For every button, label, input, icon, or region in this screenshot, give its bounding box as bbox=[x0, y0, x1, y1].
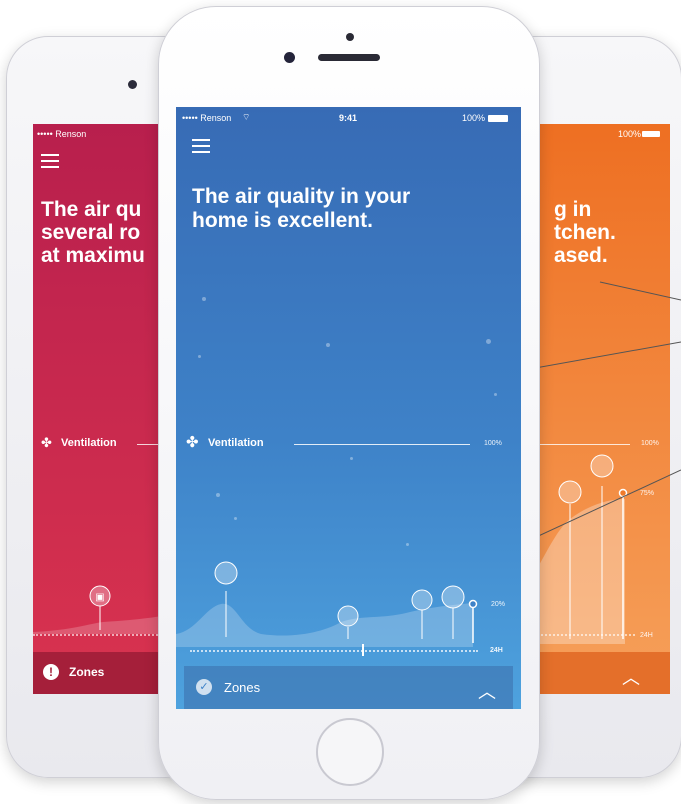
particle bbox=[350, 457, 353, 460]
center-headline-2: home is excellent. bbox=[192, 209, 373, 232]
particle bbox=[486, 339, 491, 344]
particle bbox=[406, 543, 409, 546]
bed-icon bbox=[337, 605, 359, 627]
center-pct-bottom: 20% bbox=[491, 601, 506, 608]
current-value-marker bbox=[468, 599, 478, 609]
hamburger-icon[interactable] bbox=[192, 139, 210, 157]
wifi-icon: ⌔ bbox=[242, 112, 251, 122]
particle bbox=[234, 517, 237, 520]
home-button[interactable] bbox=[316, 718, 384, 786]
center-phone-sensor bbox=[346, 33, 354, 41]
check-circle-icon: ✓ bbox=[196, 679, 212, 695]
ventilation-chart bbox=[176, 561, 478, 647]
particle bbox=[198, 355, 201, 358]
particle bbox=[326, 343, 330, 347]
center-phone-speaker bbox=[318, 54, 380, 61]
timeline-handle[interactable] bbox=[362, 644, 364, 656]
ventilation-line bbox=[294, 444, 470, 445]
particle bbox=[202, 297, 206, 301]
chevron-up-icon[interactable]: ︿ bbox=[478, 678, 496, 704]
bath-icon bbox=[214, 561, 238, 585]
zones-label: Zones bbox=[224, 680, 261, 695]
center-time-range: 24H bbox=[490, 647, 503, 654]
center-phone-camera bbox=[284, 52, 295, 63]
center-status-carrier: ••••• Renson bbox=[182, 113, 232, 123]
center-phone-screen: ••••• Renson ⌔ 9:41 100% The air quality… bbox=[176, 107, 521, 709]
center-pct-top: 100% bbox=[484, 440, 502, 447]
timeline-track[interactable] bbox=[190, 650, 478, 652]
battery-icon bbox=[488, 115, 508, 122]
center-headline-1: The air quality in your bbox=[192, 185, 411, 208]
kitchen-icon bbox=[441, 585, 465, 609]
center-ventilation-label: Ventilation bbox=[208, 437, 264, 449]
zones-bar[interactable]: ✓ Zones ︿ bbox=[184, 666, 513, 709]
particle bbox=[494, 393, 497, 396]
center-status-battery: 100% bbox=[462, 113, 486, 123]
fan-icon: ✤ bbox=[186, 434, 199, 451]
particle bbox=[216, 493, 220, 497]
toilet-icon bbox=[411, 589, 433, 611]
center-status-time: 9:41 bbox=[339, 113, 358, 123]
